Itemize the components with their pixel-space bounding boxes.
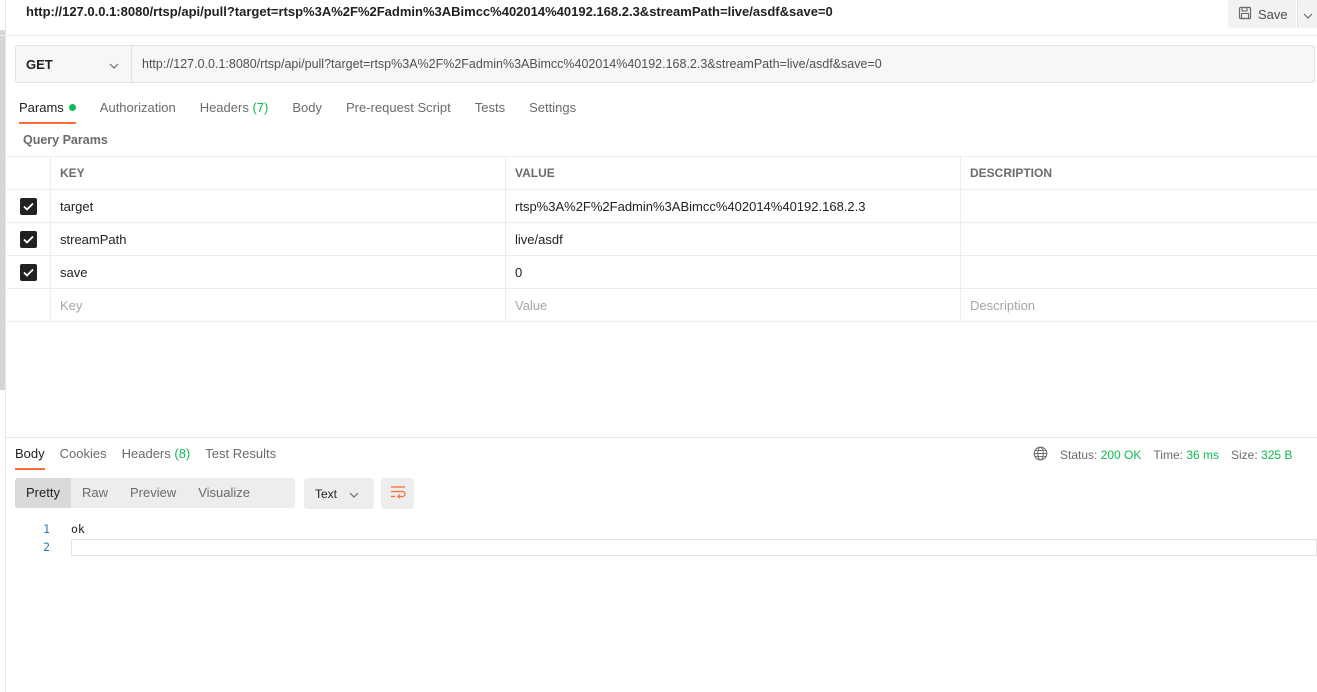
- table-row: target rtsp%3A%2F%2Fadmin%3ABimcc%402014…: [7, 190, 1317, 223]
- code-line: 2: [30, 538, 1317, 556]
- pane-divider[interactable]: [6, 437, 1317, 438]
- left-border: [5, 0, 6, 692]
- tab-label: Pre-request Script: [345, 100, 451, 115]
- param-value[interactable]: live/asdf: [506, 223, 961, 255]
- tab-body[interactable]: Body: [292, 98, 322, 124]
- time-value[interactable]: 36 ms: [1186, 448, 1219, 462]
- table-row: save 0: [7, 256, 1317, 289]
- param-description[interactable]: [961, 223, 1317, 255]
- tab-label: Body: [292, 100, 322, 115]
- status-value[interactable]: 200 OK: [1101, 448, 1142, 462]
- response-body-editor[interactable]: 1 ok 2: [30, 520, 1317, 556]
- tab-response-body[interactable]: Body: [15, 444, 45, 470]
- tab-label: Tests: [474, 100, 506, 115]
- line-number: 2: [43, 540, 50, 554]
- method-label: GET: [26, 56, 53, 72]
- new-value-input[interactable]: Value: [506, 289, 961, 321]
- request-name[interactable]: http://127.0.0.1:8080/rtsp/api/pull?targ…: [26, 4, 833, 19]
- chevron-down-icon: [1303, 7, 1313, 22]
- params-indicator-dot: [68, 104, 76, 111]
- tab-settings[interactable]: Settings: [529, 98, 576, 124]
- new-key-input[interactable]: Key: [51, 289, 506, 321]
- code-line: 1 ok: [30, 520, 1317, 538]
- tab-authorization[interactable]: Authorization: [100, 98, 176, 124]
- language-select[interactable]: Text: [304, 478, 374, 509]
- wrap-lines-icon: [390, 485, 406, 502]
- wrap-lines-button[interactable]: [381, 478, 414, 509]
- header-check-cell: [7, 157, 51, 189]
- query-params-table: KEY VALUE DESCRIPTION target rtsp%3A%2F%…: [7, 156, 1317, 322]
- response-tabs: Body Cookies Headers (8) Test Results: [15, 444, 276, 470]
- save-button[interactable]: Save: [1228, 0, 1296, 28]
- tab-count: (8): [174, 446, 191, 461]
- tab-label: Settings: [529, 100, 577, 115]
- chevron-down-icon: [109, 57, 119, 72]
- request-tabs: Params Authorization Headers (7) Body Pr…: [19, 98, 576, 124]
- size-value[interactable]: 325 B: [1261, 448, 1292, 462]
- format-raw[interactable]: Raw: [71, 478, 119, 508]
- tab-label: Params: [19, 100, 64, 115]
- request-title-bar: http://127.0.0.1:8080/rtsp/api/pull?targ…: [0, 0, 1317, 36]
- response-format-group: Pretty Raw Preview Visualize: [15, 478, 295, 508]
- param-key[interactable]: save: [51, 256, 506, 288]
- tab-params[interactable]: Params: [19, 98, 76, 124]
- tab-label: Test Results: [205, 446, 277, 461]
- size-label: Size:: [1231, 448, 1258, 462]
- url-input[interactable]: http://127.0.0.1:8080/rtsp/api/pull?targ…: [132, 46, 1314, 82]
- param-description[interactable]: [961, 190, 1317, 222]
- tab-tests[interactable]: Tests: [475, 98, 505, 124]
- line-text: ok: [71, 522, 85, 536]
- format-pretty[interactable]: Pretty: [15, 478, 71, 508]
- status-label: Status:: [1060, 448, 1098, 462]
- chevron-down-icon: [349, 487, 359, 501]
- language-label: Text: [315, 486, 338, 501]
- line-text: [71, 538, 1317, 556]
- checkbox-checked-icon[interactable]: [20, 263, 37, 281]
- column-header-description: DESCRIPTION: [970, 166, 1053, 180]
- new-param-row: Key Value Description: [7, 289, 1317, 322]
- save-label: Save: [1258, 6, 1288, 22]
- tab-label: Headers: [121, 446, 171, 461]
- column-header-key: KEY: [51, 157, 506, 189]
- tab-count: (7): [252, 100, 269, 115]
- checkbox-checked-icon[interactable]: [20, 197, 37, 215]
- save-icon: [1238, 6, 1252, 23]
- globe-icon[interactable]: [1033, 446, 1048, 464]
- param-description[interactable]: [961, 256, 1317, 288]
- row-check-cell: [7, 190, 51, 222]
- time-label: Time:: [1153, 448, 1183, 462]
- tab-test-results[interactable]: Test Results: [205, 444, 276, 470]
- tab-label: Headers: [199, 100, 249, 115]
- new-description-input[interactable]: Description: [961, 289, 1317, 321]
- table-row: streamPath live/asdf: [7, 223, 1317, 256]
- format-visualize[interactable]: Visualize: [187, 478, 261, 508]
- checkbox-checked-icon[interactable]: [20, 230, 37, 248]
- tab-pre-request-script[interactable]: Pre-request Script: [346, 98, 451, 124]
- query-params-heading: Query Params: [23, 133, 108, 147]
- tab-label: Authorization: [99, 100, 176, 115]
- param-value[interactable]: 0: [506, 256, 961, 288]
- tab-label: Body: [15, 446, 45, 461]
- row-check-cell: [7, 223, 51, 255]
- table-header-row: KEY VALUE DESCRIPTION: [7, 157, 1317, 190]
- url-bar: GET http://127.0.0.1:8080/rtsp/api/pull?…: [15, 45, 1315, 83]
- save-options-button[interactable]: [1297, 0, 1317, 28]
- tab-response-headers[interactable]: Headers (8): [122, 444, 191, 470]
- method-select[interactable]: GET: [16, 46, 132, 82]
- column-header-value: VALUE: [506, 157, 961, 189]
- param-value[interactable]: rtsp%3A%2F%2Fadmin%3ABimcc%402014%40192.…: [506, 190, 961, 222]
- row-check-cell: [7, 289, 51, 321]
- line-number: 1: [43, 522, 50, 536]
- tab-cookies[interactable]: Cookies: [60, 444, 107, 470]
- param-key[interactable]: target: [51, 190, 506, 222]
- row-check-cell: [7, 256, 51, 288]
- param-key[interactable]: streamPath: [51, 223, 506, 255]
- format-preview[interactable]: Preview: [119, 478, 187, 508]
- tab-headers[interactable]: Headers (7): [200, 98, 269, 124]
- tab-label: Cookies: [59, 446, 107, 461]
- response-status-bar: Status: 200 OK Time: 36 ms Size: 325 B: [1033, 446, 1292, 464]
